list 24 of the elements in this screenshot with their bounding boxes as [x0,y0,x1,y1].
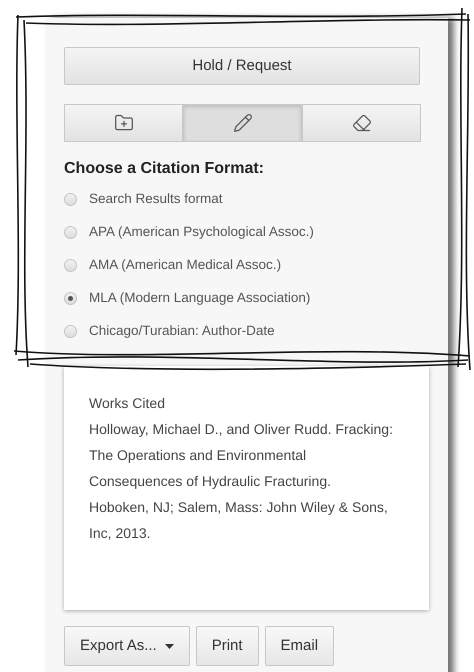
eraser-icon [352,113,372,133]
action-button[interactable]: Email [264,626,334,666]
tool-tab[interactable] [302,104,421,142]
section-heading: Choose a Citation Format: [64,159,266,179]
format-option-label[interactable]: MLA (Modern Language Association) [89,288,310,309]
folder-plus-icon [114,113,134,133]
citation-text: Holloway, Michael D., and Oliver Rudd. Fracking: The Operations and Environmental Consequences of Hydraulic Fracturing. Hoboken, NJ; Salem, Mass: John Wiley & Sons, Inc, 2013. [89,420,394,543]
caret-icon [164,644,174,648]
tool-tab[interactable] [64,104,183,142]
format-option-label[interactable]: Search Results format [89,189,223,210]
hold-request-button[interactable]: Hold / Request [64,47,420,85]
action-button[interactable]: Print [196,626,259,666]
format-option-label[interactable]: APA (American Psychological Assoc.) [89,222,314,243]
radio-button[interactable] [64,325,77,338]
radio-button[interactable] [64,292,77,305]
pencil-icon [232,113,252,133]
radio-button[interactable] [64,259,77,272]
export-dropdown-button[interactable]: Export As... [64,626,190,666]
tool-tab[interactable] [183,104,302,142]
citation-title: Works Cited [89,394,166,413]
format-option-label[interactable]: AMA (American Medical Assoc.) [89,255,282,276]
format-option-label[interactable]: Chicago/Turabian: Author-Date [89,321,275,342]
radio-button[interactable] [64,193,77,206]
radio-button[interactable] [64,226,77,239]
